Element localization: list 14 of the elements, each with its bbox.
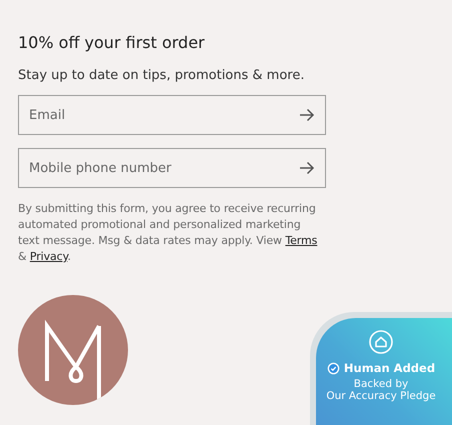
- check-icon: [326, 362, 340, 374]
- badge-title-text: Human Added: [344, 361, 436, 375]
- form-title: 10% off your first order: [18, 33, 205, 52]
- badge-caption: Backed by: [354, 378, 408, 390]
- privacy-link[interactable]: Privacy: [30, 250, 68, 263]
- home-icon: [369, 330, 393, 354]
- input-field[interactable]: Email: [18, 95, 326, 135]
- input-field[interactable]: Mobile phone number: [18, 148, 326, 188]
- terms-link[interactable]: Terms: [285, 234, 318, 247]
- consent-text: By submitting this form, you agree to receive recurring automated promotional and personalized marketing text message. Msg & data rates may apply. View Terms & Privacy.: [18, 201, 318, 265]
- arrow-right-icon: [299, 161, 315, 175]
- badge-caption: Our Accuracy Pledge: [326, 390, 436, 402]
- form-subtitle: Stay up to date on tips, promotions & more.: [18, 68, 304, 83]
- arrow-right-icon: [299, 108, 315, 122]
